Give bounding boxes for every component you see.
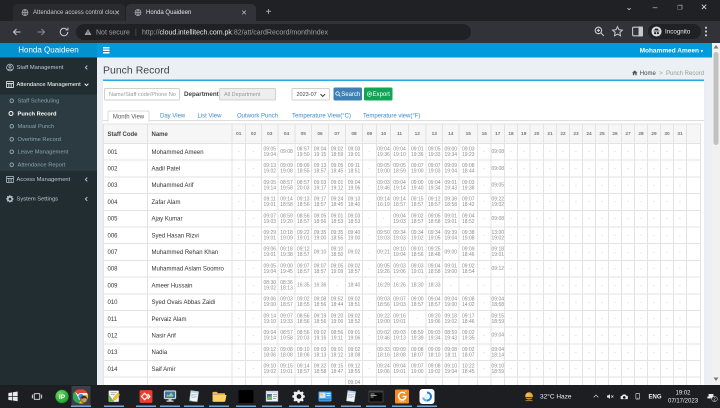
svg-text:PROFI: PROFI (399, 402, 406, 404)
svg-text:IP: IP (59, 394, 66, 401)
